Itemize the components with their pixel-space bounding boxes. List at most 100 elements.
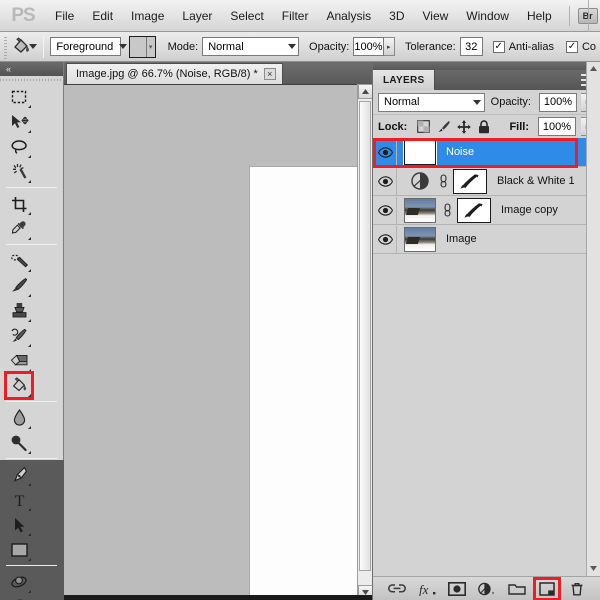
- layer-name[interactable]: Image copy: [501, 204, 558, 216]
- new-layer-highlight: [532, 576, 561, 600]
- rectangular-marquee-tool[interactable]: [6, 84, 32, 109]
- layer-mask-link-icon[interactable]: [440, 203, 454, 217]
- layer-mask-thumbnail[interactable]: [457, 197, 491, 223]
- eraser-tool[interactable]: [6, 348, 32, 373]
- tool-flyout-indicator: [28, 508, 31, 511]
- spot-healing-brush-tool[interactable]: [6, 248, 32, 273]
- clone-stamp-tool[interactable]: [6, 298, 32, 323]
- 3d-orbit-tool[interactable]: [6, 594, 32, 600]
- scrollbar-thumb[interactable]: [359, 101, 371, 571]
- 3d-rotate-tool[interactable]: [6, 569, 32, 594]
- add-layer-mask-button[interactable]: [447, 580, 467, 598]
- tools-panel-collapse-button[interactable]: «: [0, 62, 63, 76]
- layer-thumbnail[interactable]: [404, 197, 436, 223]
- menu-window[interactable]: Window: [457, 6, 518, 26]
- rectangle-shape-tool[interactable]: [6, 537, 32, 562]
- lock-image-pixels-icon[interactable]: [436, 119, 451, 134]
- layer-visibility-toggle[interactable]: [375, 138, 397, 166]
- menu-edit[interactable]: Edit: [83, 6, 122, 26]
- scroll-up-arrow-icon[interactable]: [358, 84, 373, 99]
- layer-mask-thumbnail[interactable]: [453, 168, 487, 194]
- panel-drag-strip[interactable]: [373, 62, 600, 70]
- history-brush-tool[interactable]: [6, 323, 32, 348]
- layer-thumbnail[interactable]: [403, 138, 437, 166]
- table-row[interactable]: Image copy: [373, 196, 600, 225]
- tab-layers[interactable]: LAYERS: [373, 70, 436, 90]
- tool-flyout-indicator: [28, 294, 31, 297]
- crop-tool[interactable]: [6, 191, 32, 216]
- move-tool[interactable]: [6, 109, 32, 134]
- new-layer-button[interactable]: [532, 576, 561, 600]
- opacity-slider-button[interactable]: ▸: [383, 37, 395, 56]
- layer-visibility-toggle[interactable]: [375, 167, 397, 195]
- panel-scroll-up-arrow-icon[interactable]: [587, 62, 600, 74]
- canvas-vertical-scrollbar[interactable]: [357, 84, 373, 600]
- layer-name[interactable]: Noise: [446, 146, 474, 158]
- scrollbar-track[interactable]: [358, 99, 373, 585]
- menu-view[interactable]: View: [413, 6, 457, 26]
- tool-divider: [6, 401, 57, 402]
- blend-mode-value: Normal: [208, 40, 244, 53]
- type-tool[interactable]: T: [6, 487, 32, 512]
- fill-source-dropdown[interactable]: Foreground: [50, 37, 128, 56]
- layer-visibility-toggle[interactable]: [375, 225, 397, 253]
- menu-3d[interactable]: 3D: [380, 6, 413, 26]
- new-adjustment-layer-button[interactable]: [477, 580, 497, 598]
- table-row[interactable]: Noise: [373, 138, 600, 167]
- magic-wand-tool[interactable]: [6, 159, 32, 184]
- layer-style-fx-button[interactable]: fx: [417, 580, 437, 598]
- menu-image[interactable]: Image: [122, 6, 173, 26]
- menu-analysis[interactable]: Analysis: [317, 6, 380, 26]
- link-layers-button[interactable]: [387, 580, 407, 598]
- layer-blend-mode-dropdown[interactable]: Normal: [378, 92, 485, 112]
- table-row[interactable]: Image: [373, 225, 600, 254]
- close-icon[interactable]: ×: [263, 68, 276, 80]
- layer-visibility-toggle[interactable]: [375, 196, 397, 224]
- pen-tool[interactable]: [6, 462, 32, 487]
- new-group-button[interactable]: [507, 580, 527, 598]
- layer-opacity-input[interactable]: 100%: [539, 92, 577, 112]
- tools-panel-grip[interactable]: [0, 76, 63, 84]
- path-selection-tool[interactable]: [6, 512, 32, 537]
- options-bar-grip[interactable]: [2, 34, 10, 59]
- delete-layer-button[interactable]: [567, 580, 587, 598]
- canvas-workspace[interactable]: [64, 84, 372, 600]
- document-canvas[interactable]: [250, 167, 372, 600]
- blur-tool[interactable]: [6, 405, 32, 430]
- opacity-input[interactable]: 100%: [353, 37, 384, 56]
- document-tab[interactable]: Image.jpg @ 66.7% (Noise, RGB/8) * ×: [66, 63, 283, 84]
- eyedropper-tool[interactable]: [6, 216, 32, 241]
- blend-mode-dropdown[interactable]: Normal: [202, 37, 300, 56]
- paint-bucket-tool[interactable]: [4, 371, 34, 400]
- brush-tool[interactable]: [6, 273, 32, 298]
- layer-name[interactable]: Image: [446, 233, 477, 245]
- fill-label: Fill:: [509, 120, 529, 133]
- anti-alias-checkbox[interactable]: ✓: [492, 40, 505, 53]
- layer-mask-link-icon[interactable]: [436, 174, 450, 188]
- layer-thumbnail[interactable]: [404, 226, 436, 252]
- lasso-tool[interactable]: [6, 134, 32, 159]
- paint-bucket-preset-dropdown[interactable]: [29, 44, 38, 49]
- contiguous-checkbox[interactable]: ✓: [565, 40, 578, 53]
- lock-transparent-pixels-icon[interactable]: [416, 119, 431, 134]
- dodge-tool[interactable]: [6, 430, 32, 455]
- menu-layer[interactable]: Layer: [173, 6, 221, 26]
- menu-filter[interactable]: Filter: [273, 6, 318, 26]
- pattern-swatch-picker[interactable]: ▾: [129, 35, 156, 58]
- table-row[interactable]: Black & White 1: [373, 167, 600, 196]
- menu-help[interactable]: Help: [518, 6, 561, 26]
- fill-source-value: Foreground: [56, 40, 114, 53]
- panel-scroll-down-arrow-icon[interactable]: [587, 562, 600, 574]
- layer-name[interactable]: Black & White 1: [497, 175, 575, 187]
- lock-all-icon[interactable]: [476, 119, 491, 134]
- lock-position-icon[interactable]: [456, 119, 471, 134]
- menu-select[interactable]: Select: [221, 6, 272, 26]
- layers-panel-scrollbar[interactable]: [586, 62, 600, 600]
- menu-file[interactable]: File: [46, 6, 83, 26]
- tool-flyout-indicator: [28, 483, 31, 486]
- tolerance-input[interactable]: 32: [459, 37, 483, 56]
- black-and-white-adjustment-icon[interactable]: [408, 169, 432, 193]
- anti-alias-option[interactable]: ✓ Anti-alias: [492, 40, 558, 53]
- layer-fill-input[interactable]: 100%: [538, 117, 576, 136]
- contiguous-option[interactable]: ✓ Co: [565, 40, 600, 53]
